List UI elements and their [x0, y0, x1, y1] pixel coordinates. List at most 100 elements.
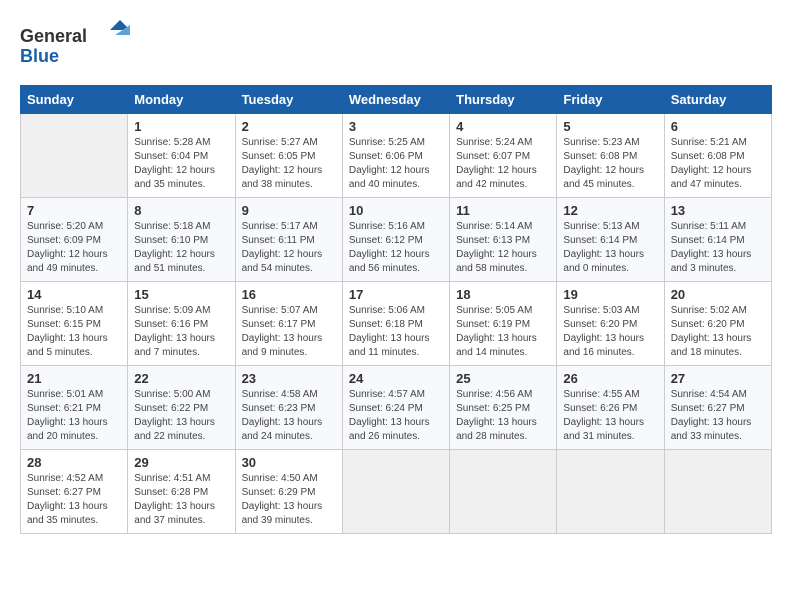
- calendar-cell: 10Sunrise: 5:16 AMSunset: 6:12 PMDayligh…: [342, 198, 449, 282]
- day-number: 1: [134, 119, 228, 134]
- calendar-cell: 28 Sunrise: 4:52 AMSunset: 6:27 PMDayligh…: [21, 450, 128, 534]
- calendar-cell: 7 Sunrise: 5:20 AMSunset: 6:09 PMDaylight…: [21, 198, 128, 282]
- weekday-header: Monday: [128, 86, 235, 114]
- day-number: 17: [349, 287, 443, 302]
- day-number: 7: [27, 203, 121, 218]
- day-info: Sunrise: 5:14 AMSunset: 6:13 PMDaylight:…: [456, 220, 550, 276]
- day-info: Sunrise: 5:10 AMSunset: 6:15 PMDaylight:…: [27, 304, 121, 360]
- calendar-cell: 14 Sunrise: 5:10 AMSunset: 6:15 PMDayligh…: [21, 282, 128, 366]
- day-info: Sunrise: 4:57 AMSunset: 6:24 PMDaylight:…: [349, 388, 443, 444]
- day-number: 4: [456, 119, 550, 134]
- day-info: Sunrise: 5:01 AMSunset: 6:21 PMDaylight:…: [27, 388, 121, 444]
- day-number: 18: [456, 287, 550, 302]
- day-number: 19: [563, 287, 657, 302]
- day-info: Sunrise: 5:16 AMSunset: 6:12 PMDaylight:…: [349, 220, 443, 276]
- day-info: Sunrise: 5:21 AMSunset: 6:08 PMDaylight:…: [671, 136, 765, 192]
- calendar-cell: 12 Sunrise: 5:13 AMSunset: 6:14 PMDayligh…: [557, 198, 664, 282]
- day-number: 9: [242, 203, 336, 218]
- calendar-cell: 26Sunrise: 4:55 AMSunset: 6:26 PMDayligh…: [557, 366, 664, 450]
- day-number: 20: [671, 287, 765, 302]
- calendar-cell: 19 Sunrise: 5:03 AMSunset: 6:20 PMDayligh…: [557, 282, 664, 366]
- calendar-cell: 4 Sunrise: 5:24 AMSunset: 6:07 PMDaylight…: [450, 114, 557, 198]
- day-number: 2: [242, 119, 336, 134]
- day-info: Sunrise: 4:51 AMSunset: 6:28 PMDaylight:…: [134, 472, 228, 528]
- calendar-week-row: 21 Sunrise: 5:01 AMSunset: 6:21 PMDayligh…: [21, 366, 772, 450]
- day-info: Sunrise: 5:20 AMSunset: 6:09 PMDaylight:…: [27, 220, 121, 276]
- day-number: 6: [671, 119, 765, 134]
- calendar-cell: 6 Sunrise: 5:21 AMSunset: 6:08 PMDaylight…: [664, 114, 771, 198]
- weekday-header: Friday: [557, 86, 664, 114]
- day-number: 8: [134, 203, 228, 218]
- svg-text:General: General: [20, 26, 87, 46]
- day-number: 12: [563, 203, 657, 218]
- calendar-cell: [450, 450, 557, 534]
- calendar-table: SundayMondayTuesdayWednesdayThursdayFrid…: [20, 85, 772, 534]
- calendar-cell: [557, 450, 664, 534]
- day-number: 26: [563, 371, 657, 386]
- day-number: 30: [242, 455, 336, 470]
- day-info: Sunrise: 4:52 AMSunset: 6:27 PMDaylight:…: [27, 472, 121, 528]
- calendar-cell: 20 Sunrise: 5:02 AMSunset: 6:20 PMDayligh…: [664, 282, 771, 366]
- calendar-week-row: 14 Sunrise: 5:10 AMSunset: 6:15 PMDayligh…: [21, 282, 772, 366]
- weekday-header: Sunday: [21, 86, 128, 114]
- logo-icon: General Blue: [20, 20, 130, 70]
- day-info: Sunrise: 5:11 AMSunset: 6:14 PMDaylight:…: [671, 220, 765, 276]
- day-number: 28: [27, 455, 121, 470]
- day-number: 16: [242, 287, 336, 302]
- day-info: Sunrise: 5:03 AMSunset: 6:20 PMDaylight:…: [563, 304, 657, 360]
- day-number: 25: [456, 371, 550, 386]
- day-info: Sunrise: 5:28 AMSunset: 6:04 PMDaylight:…: [134, 136, 228, 192]
- day-info: Sunrise: 5:02 AMSunset: 6:20 PMDaylight:…: [671, 304, 765, 360]
- day-number: 5: [563, 119, 657, 134]
- day-number: 15: [134, 287, 228, 302]
- weekday-header: Wednesday: [342, 86, 449, 114]
- calendar-cell: [664, 450, 771, 534]
- weekday-header: Thursday: [450, 86, 557, 114]
- calendar-cell: 2 Sunrise: 5:27 AMSunset: 6:05 PMDaylight…: [235, 114, 342, 198]
- day-number: 3: [349, 119, 443, 134]
- calendar-cell: [21, 114, 128, 198]
- day-info: Sunrise: 4:56 AMSunset: 6:25 PMDaylight:…: [456, 388, 550, 444]
- day-info: Sunrise: 5:00 AMSunset: 6:22 PMDaylight:…: [134, 388, 228, 444]
- svg-text:Blue: Blue: [20, 46, 59, 66]
- calendar-cell: 8 Sunrise: 5:18 AMSunset: 6:10 PMDaylight…: [128, 198, 235, 282]
- day-info: Sunrise: 5:06 AMSunset: 6:18 PMDaylight:…: [349, 304, 443, 360]
- day-number: 11: [456, 203, 550, 218]
- day-number: 24: [349, 371, 443, 386]
- calendar-header-row: SundayMondayTuesdayWednesdayThursdayFrid…: [21, 86, 772, 114]
- calendar-cell: [342, 450, 449, 534]
- weekday-header: Saturday: [664, 86, 771, 114]
- day-info: Sunrise: 5:23 AMSunset: 6:08 PMDaylight:…: [563, 136, 657, 192]
- calendar-cell: 21 Sunrise: 5:01 AMSunset: 6:21 PMDayligh…: [21, 366, 128, 450]
- calendar-cell: 25 Sunrise: 4:56 AMSunset: 6:25 PMDayligh…: [450, 366, 557, 450]
- calendar-cell: 29 Sunrise: 4:51 AMSunset: 6:28 PMDayligh…: [128, 450, 235, 534]
- logo: General Blue: [20, 20, 130, 75]
- calendar-cell: 15 Sunrise: 5:09 AMSunset: 6:16 PMDayligh…: [128, 282, 235, 366]
- day-number: 14: [27, 287, 121, 302]
- calendar-cell: 27 Sunrise: 4:54 AMSunset: 6:27 PMDayligh…: [664, 366, 771, 450]
- calendar-cell: 24 Sunrise: 4:57 AMSunset: 6:24 PMDayligh…: [342, 366, 449, 450]
- calendar-week-row: 7 Sunrise: 5:20 AMSunset: 6:09 PMDaylight…: [21, 198, 772, 282]
- day-info: Sunrise: 5:07 AMSunset: 6:17 PMDaylight:…: [242, 304, 336, 360]
- calendar-cell: 22Sunrise: 5:00 AMSunset: 6:22 PMDayligh…: [128, 366, 235, 450]
- day-info: Sunrise: 5:17 AMSunset: 6:11 PMDaylight:…: [242, 220, 336, 276]
- day-info: Sunrise: 5:18 AMSunset: 6:10 PMDaylight:…: [134, 220, 228, 276]
- day-info: Sunrise: 4:54 AMSunset: 6:27 PMDaylight:…: [671, 388, 765, 444]
- calendar-body: 1 Sunrise: 5:28 AMSunset: 6:04 PMDaylight…: [21, 114, 772, 534]
- day-info: Sunrise: 5:25 AMSunset: 6:06 PMDaylight:…: [349, 136, 443, 192]
- day-number: 29: [134, 455, 228, 470]
- calendar-week-row: 28 Sunrise: 4:52 AMSunset: 6:27 PMDayligh…: [21, 450, 772, 534]
- day-info: Sunrise: 5:09 AMSunset: 6:16 PMDaylight:…: [134, 304, 228, 360]
- day-number: 21: [27, 371, 121, 386]
- day-info: Sunrise: 5:05 AMSunset: 6:19 PMDaylight:…: [456, 304, 550, 360]
- day-info: Sunrise: 5:24 AMSunset: 6:07 PMDaylight:…: [456, 136, 550, 192]
- calendar-cell: 13Sunrise: 5:11 AMSunset: 6:14 PMDayligh…: [664, 198, 771, 282]
- page-header: General Blue: [20, 20, 772, 75]
- day-info: Sunrise: 4:58 AMSunset: 6:23 PMDaylight:…: [242, 388, 336, 444]
- calendar-cell: 17 Sunrise: 5:06 AMSunset: 6:18 PMDayligh…: [342, 282, 449, 366]
- day-info: Sunrise: 5:13 AMSunset: 6:14 PMDaylight:…: [563, 220, 657, 276]
- calendar-cell: 30Sunrise: 4:50 AMSunset: 6:29 PMDayligh…: [235, 450, 342, 534]
- day-info: Sunrise: 5:27 AMSunset: 6:05 PMDaylight:…: [242, 136, 336, 192]
- calendar-cell: 9 Sunrise: 5:17 AMSunset: 6:11 PMDaylight…: [235, 198, 342, 282]
- day-number: 27: [671, 371, 765, 386]
